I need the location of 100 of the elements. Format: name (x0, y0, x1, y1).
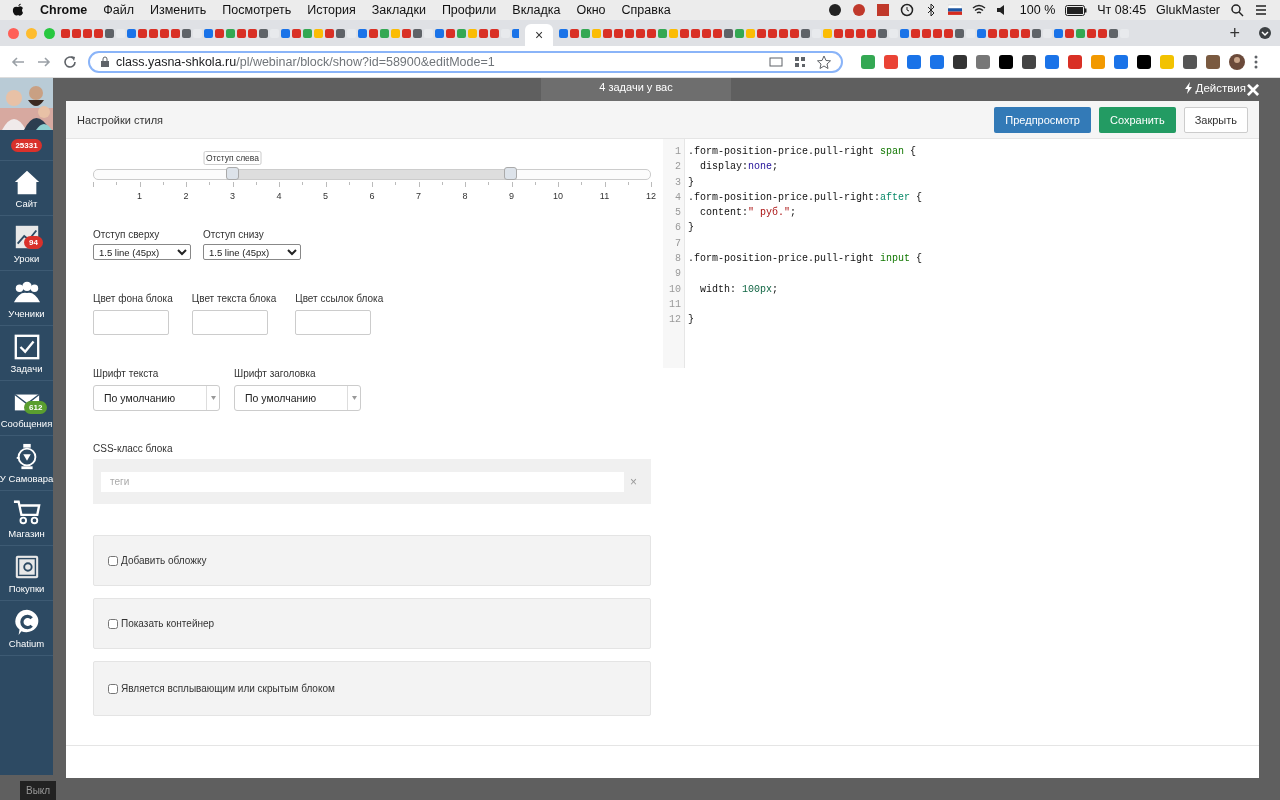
extension-icon[interactable] (999, 54, 1013, 69)
extension-icon[interactable] (1183, 54, 1197, 69)
checkbox[interactable] (108, 555, 118, 566)
search-icon[interactable] (1230, 3, 1244, 17)
tick-label: 9 (509, 191, 514, 201)
bolt-icon (1183, 82, 1193, 94)
slider-tooltip: Отступ слева (203, 151, 262, 165)
tick-label: 8 (462, 191, 468, 201)
new-tab-button[interactable]: + (1217, 22, 1252, 44)
sidebar-item[interactable]: Ученики (0, 271, 53, 326)
menu-item[interactable]: Вкладка (512, 3, 561, 17)
menu-item[interactable]: Окно (576, 3, 606, 17)
sidebar-item[interactable]: У Самовара (0, 436, 53, 491)
tick-label: 3 (230, 191, 235, 201)
sidebar-item[interactable]: 612 Сообщения (0, 381, 53, 436)
spacing-select[interactable]: 1.5 line (45px) (203, 244, 301, 260)
extension-icon[interactable] (1022, 54, 1036, 69)
caret-icon (210, 396, 216, 400)
color-input[interactable] (93, 310, 169, 335)
menu-item[interactable]: Закладки (371, 3, 426, 17)
checkbox-label[interactable]: Показать контейнер (121, 618, 215, 629)
checkbox-label[interactable]: Является всплывающим или скрытым блоком (121, 683, 335, 694)
code-line: } (688, 314, 694, 326)
slider-handle[interactable] (226, 167, 239, 180)
user-name[interactable]: GlukMaster (1156, 3, 1220, 17)
font-select[interactable]: По умолчанию (234, 385, 361, 411)
wifi-icon[interactable] (971, 3, 986, 17)
menu-item[interactable]: Справка (621, 3, 671, 17)
spacing-select[interactable]: 1.5 line (45px) (93, 244, 191, 260)
field-label: Отступ сверху (93, 229, 161, 240)
line-number: 8 (674, 252, 682, 267)
line-number: 10 (668, 282, 682, 297)
list-icon[interactable] (1254, 3, 1268, 17)
menu-item[interactable]: История (307, 3, 356, 17)
dialog-button[interactable]: Предпросмотр (994, 106, 1091, 133)
code-line: } (688, 176, 694, 188)
slider-handle[interactable] (504, 167, 517, 180)
tasks-notice: 4 задачи у вас (541, 78, 731, 101)
caret-icon (351, 396, 357, 400)
checkbox[interactable] (108, 683, 118, 694)
app-icon[interactable] (875, 3, 890, 17)
field-label: Отступ снизу (203, 229, 265, 240)
range-slider[interactable] (93, 169, 651, 180)
code-line: .form-position-price.pull-right input { (688, 253, 923, 265)
sidebar-item[interactable]: 94 Уроки (0, 216, 53, 271)
app-menu[interactable]: Chrome (40, 3, 88, 17)
flag-icon[interactable] (947, 3, 962, 17)
reload-icon[interactable] (62, 53, 78, 70)
sidebar-item[interactable]: Магазин (0, 491, 53, 546)
battery-icon[interactable] (1065, 4, 1088, 16)
star-icon[interactable] (817, 54, 831, 69)
tab-close-button[interactable]: × (525, 24, 553, 46)
lock-icon (100, 56, 110, 67)
line-number: 12 (668, 313, 682, 328)
color-input[interactable] (295, 310, 372, 335)
close-icon[interactable]: × (1246, 79, 1260, 101)
code-line: .form-position-price.pull-right:after { (688, 191, 923, 203)
counter-badge: 25331 (11, 138, 42, 152)
sidebar-item[interactable]: Chatium (0, 601, 53, 656)
line-number: 4 (674, 190, 682, 205)
app-icon[interactable] (851, 3, 866, 17)
checkbox[interactable] (108, 618, 118, 629)
address-bar[interactable]: class.yasna-shkola.ru/pl/webinar/block/show?id=58900&editMode=1 (88, 50, 843, 73)
tab-search-icon[interactable] (1258, 26, 1272, 40)
extension-icon[interactable] (953, 54, 967, 69)
sidebar-item[interactable]: Задачи (0, 326, 53, 381)
menu-item[interactable]: Изменить (149, 3, 207, 17)
color-input[interactable] (191, 310, 268, 335)
clock-icon[interactable] (899, 3, 914, 17)
profile-avatar-icon[interactable] (1229, 53, 1245, 70)
font-select[interactable]: По умолчанию (93, 385, 220, 411)
apple-icon[interactable] (12, 3, 24, 17)
chat-icon (12, 607, 41, 636)
extension-icon[interactable] (1206, 54, 1220, 69)
extension-icon[interactable] (1137, 54, 1151, 69)
battery-percent: 100 % (1019, 3, 1056, 17)
dialog-button[interactable]: Сохранить (1098, 106, 1176, 133)
sidebar-item[interactable]: Покупки (0, 546, 53, 601)
background-button[interactable]: Выкл (20, 781, 57, 800)
menu-item[interactable]: Файл (103, 3, 134, 17)
code-line: width: 100px; (699, 283, 779, 295)
menu-clock[interactable]: Чт 08:45 (1097, 3, 1147, 17)
dialog-button[interactable]: Закрыть (1183, 106, 1248, 133)
actions-menu[interactable]: Действия (1183, 82, 1246, 94)
line-number: 9 (674, 267, 682, 282)
tick-label: 4 (276, 191, 282, 201)
menu-item[interactable]: Посмотреть (222, 3, 292, 17)
qr-icon[interactable] (793, 54, 807, 69)
line-number: 1 (674, 145, 682, 159)
tick-label: 6 (369, 191, 375, 201)
checkbox-label[interactable]: Добавить обложку (121, 555, 207, 566)
css-code-editor[interactable]: 1 2 3 4 5 6 7 8 9 10 11 12 .form-position-price.pull-right span { display:none; } .form-position-price.pull-right:after { content:" руб."; } .form-position-price.pull-right input { width: 100px; } (663, 139, 1259, 368)
line-number: 7 (674, 236, 682, 251)
more-icon[interactable] (1254, 54, 1258, 69)
menu-item[interactable]: Профили (441, 3, 497, 17)
tick-label: 7 (416, 191, 421, 201)
sidebar-item[interactable]: Сайт (0, 161, 53, 216)
code-line: display:none; (699, 161, 779, 173)
count-badge: 612 (24, 401, 48, 414)
line-number: 11 (668, 297, 682, 312)
